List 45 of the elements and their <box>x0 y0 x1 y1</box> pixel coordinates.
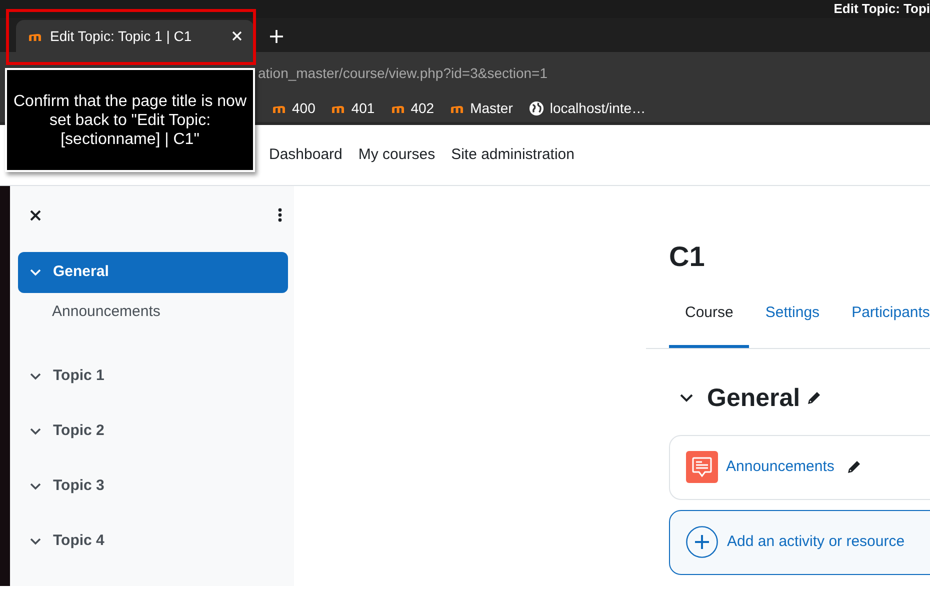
more-options-icon[interactable] <box>278 208 282 222</box>
nav-link[interactable]: Site administration <box>451 144 574 166</box>
course-index-section[interactable]: Topic 3 <box>18 466 288 507</box>
course-index-section[interactable]: Topic 2 <box>18 411 288 452</box>
nav-link[interactable]: My courses <box>358 144 436 166</box>
tooltip-text: Confirm that the page title is now set back to "Edit Topic: [sectionname] | C1" <box>13 92 247 148</box>
tab-title: Edit Topic: Topic 1 | C1 <box>50 26 193 46</box>
section-title: General <box>707 382 800 412</box>
window-title: Edit Topic: Topi <box>834 0 930 18</box>
chevron-down-icon <box>30 428 41 435</box>
pencil-icon[interactable] <box>846 459 862 475</box>
forum-icon <box>686 451 718 483</box>
moodle-logo-icon <box>28 32 42 40</box>
chevron-down-icon <box>30 373 41 380</box>
globe-icon <box>528 101 544 116</box>
course-index-activity[interactable]: Announcements <box>18 301 288 321</box>
chevron-down-icon[interactable] <box>680 394 693 402</box>
browser-tab[interactable]: Edit Topic: Topic 1 | C1 <box>16 20 254 52</box>
course-index-section[interactable]: General <box>18 252 288 293</box>
new-tab-icon[interactable] <box>270 30 283 42</box>
course-index-section[interactable]: Topic 4 <box>18 521 288 562</box>
pencil-icon[interactable] <box>806 390 822 406</box>
bookmark[interactable]: Master <box>450 98 513 119</box>
bookmark[interactable]: 400 <box>272 98 316 119</box>
chevron-down-icon <box>30 269 41 276</box>
chevron-down-icon <box>30 483 41 490</box>
address-url[interactable]: ation_master/course/view.php?id=3&section=1 <box>258 63 548 84</box>
plus-circle-icon <box>686 526 718 558</box>
moodle-logo-icon <box>331 104 346 113</box>
moodle-logo-icon <box>450 104 464 113</box>
course-index-section[interactable]: Topic 1 <box>18 356 288 397</box>
moodle-logo-icon <box>272 104 286 113</box>
course-tab[interactable]: Settings <box>749 295 836 348</box>
bookmark[interactable]: 401 <box>331 98 375 119</box>
bookmark[interactable]: 402 <box>390 98 434 119</box>
course-title: C1 <box>668 240 706 274</box>
activity-link[interactable]: Announcements <box>726 456 834 478</box>
bookmark[interactable]: localhost/inte… <box>528 98 646 119</box>
nav-link[interactable]: Dashboard <box>269 144 342 166</box>
close-icon[interactable] <box>30 210 41 220</box>
moodle-logo-icon <box>390 104 405 113</box>
course-tab[interactable]: Participants <box>836 295 930 348</box>
add-activity-button[interactable]: Add an activity or resource <box>669 510 930 574</box>
course-tab[interactable]: Course <box>669 295 750 348</box>
chevron-down-icon <box>30 538 41 545</box>
